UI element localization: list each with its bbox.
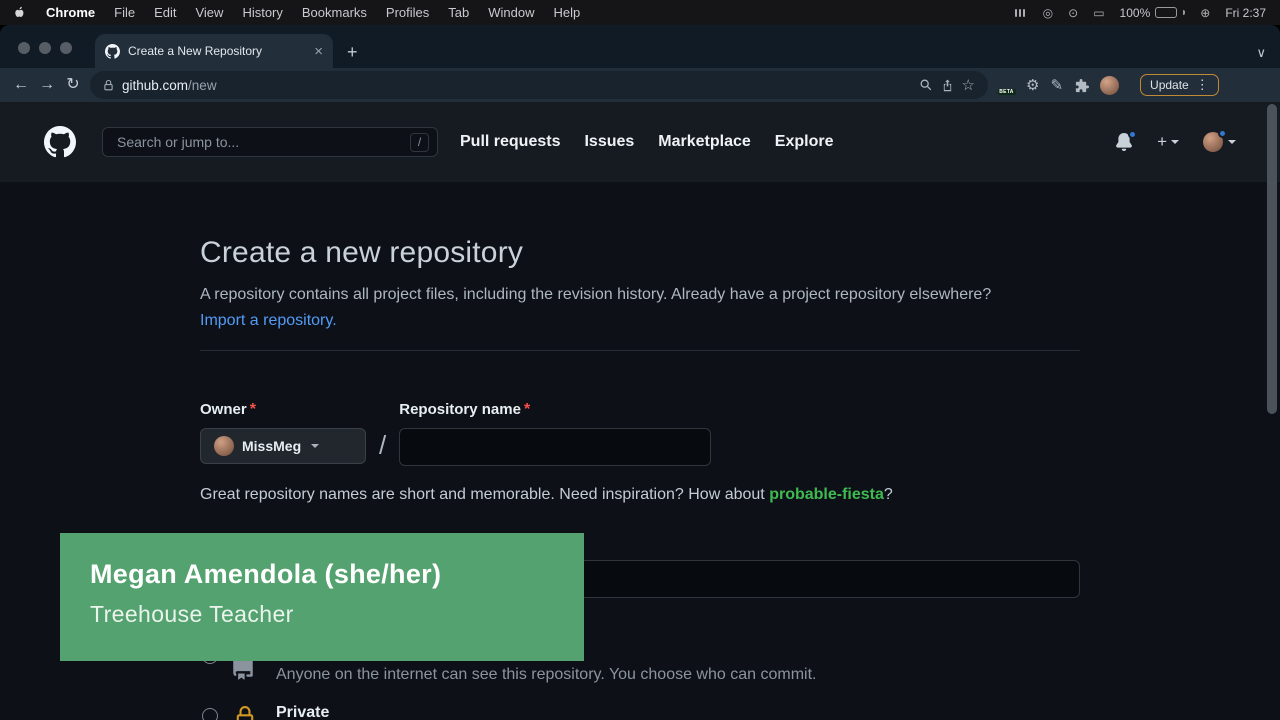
bookmark-star-icon[interactable]: ☆ [962,78,975,93]
tab-title: Create a New Repository [128,44,306,58]
fast-user-switch-icon[interactable]: ⊕ [1200,6,1210,20]
nav-marketplace[interactable]: Marketplace [658,133,751,151]
repository-name-input[interactable] [399,428,711,466]
tab-strip: Create a New Repository × + ∨ [0,25,1280,68]
menu-profiles[interactable]: Profiles [386,5,429,20]
display-icon[interactable]: ▭ [1093,6,1104,20]
section-divider [200,350,1080,351]
nav-issues[interactable]: Issues [584,133,634,151]
public-description: Anyone on the internet can see this repo… [276,666,816,684]
menu-chrome[interactable]: Chrome [46,5,95,20]
menu-tab[interactable]: Tab [448,5,469,20]
puzzle-extensions-icon[interactable] [1074,78,1089,93]
update-chrome-button[interactable]: Update ⋮ [1140,74,1219,96]
tab-search-chevron-icon[interactable]: ∨ [1256,46,1266,59]
zoom-icon[interactable] [919,78,933,92]
repo-name-label: Repository name [399,401,521,418]
share-icon[interactable] [941,78,954,93]
battery-status[interactable]: 100% [1120,6,1186,20]
window-controls [18,42,72,54]
github-logo-icon[interactable] [44,126,76,158]
notification-dot [1128,130,1137,139]
browser-menu-icon[interactable]: ⋮ [1196,77,1209,93]
forward-button[interactable]: → [34,77,60,93]
profile-menu[interactable] [1203,132,1236,152]
url-host: github.com [122,78,188,93]
menu-window[interactable]: Window [488,5,534,20]
back-button[interactable]: ← [8,77,34,93]
menu-help[interactable]: Help [554,5,581,20]
browser-toolbar: ← → ↻ github.com/new ☆ [0,68,1280,102]
notifications-bell-icon[interactable] [1115,133,1133,151]
browser-profile-avatar[interactable] [1100,76,1119,95]
menu-edit[interactable]: Edit [154,5,176,20]
repo-name-field: Repository name* [399,401,711,466]
import-repository-link[interactable]: Import a repository. [200,312,337,329]
suggested-repo-name[interactable]: probable-fiesta [769,486,884,503]
screen-record-icon[interactable]: ◎ [1043,6,1053,20]
url-path: /new [188,78,217,93]
presenter-name: Megan Amendola (she/her) [90,559,584,590]
close-window-button[interactable] [18,42,30,54]
apple-menu-icon[interactable] [14,5,27,20]
stage-manager-icon[interactable] [1014,7,1028,19]
caret-down-icon [1171,140,1179,144]
nav-pull-requests[interactable]: Pull requests [460,133,560,151]
menubar-clock[interactable]: Fri 2:37 [1225,6,1266,20]
lock-icon[interactable] [103,80,114,91]
menu-bookmarks[interactable]: Bookmarks [302,5,367,20]
address-bar[interactable]: github.com/new ☆ [90,71,988,99]
page-title: Create a new repository [200,236,1080,270]
caret-down-icon [311,444,319,448]
private-label: Private [276,704,329,720]
screen: Chrome File Edit View History Bookmarks … [0,0,1280,720]
page-subtitle: A repository contains all project files,… [200,282,1030,334]
minimize-window-button[interactable] [39,42,51,54]
owner-name: MissMeg [242,438,301,454]
slash-shortcut-key: / [410,133,429,152]
macos-menubar: Chrome File Edit View History Bookmarks … [0,0,1280,25]
nav-explore[interactable]: Explore [775,133,834,151]
private-radio[interactable] [202,708,218,720]
search-input[interactable] [115,133,410,151]
menu-history[interactable]: History [242,5,282,20]
repo-name-hint: Great repository names are short and mem… [200,486,1080,504]
lower-third-card: Megan Amendola (she/her) Treehouse Teach… [60,533,584,661]
owner-label: Owner [200,401,247,418]
github-nav: Pull requests Issues Marketplace Explore [460,133,833,151]
beta-extension-icon[interactable]: BETA [998,77,1015,94]
menu-view[interactable]: View [195,5,223,20]
github-search-box[interactable]: / [102,127,438,157]
new-tab-button[interactable]: + [347,43,358,61]
menu-file[interactable]: File [114,5,135,20]
battery-percent: 100% [1120,6,1151,20]
tab-close-icon[interactable]: × [314,44,323,59]
owner-select-button[interactable]: MissMeg [200,428,366,464]
browser-tab[interactable]: Create a New Repository × [95,34,333,68]
owner-repo-separator: / [379,430,386,466]
editor-extension-icon[interactable]: ✎ [1050,78,1063,93]
required-asterisk: * [250,401,256,418]
create-new-menu[interactable]: + [1157,132,1179,152]
zoom-window-button[interactable] [60,42,72,54]
owner-field: Owner* MissMeg [200,401,366,464]
github-header: / Pull requests Issues Marketplace Explo… [0,102,1280,182]
caret-down-icon [1228,140,1236,144]
scrollbar[interactable] [1267,104,1277,414]
avatar-notification-dot [1218,129,1227,138]
private-lock-icon [234,706,256,720]
presenter-role: Treehouse Teacher [90,601,584,628]
github-favicon [105,44,120,59]
reload-button[interactable]: ↻ [60,77,86,93]
owner-avatar [214,436,234,456]
control-center-icon[interactable]: ⊙ [1068,6,1078,20]
battery-icon [1155,7,1177,18]
settings-extension-icon[interactable]: ⚙ [1026,78,1039,93]
required-asterisk: * [524,401,530,418]
extensions-area: BETA ⚙ ✎ Update ⋮ [998,74,1219,96]
